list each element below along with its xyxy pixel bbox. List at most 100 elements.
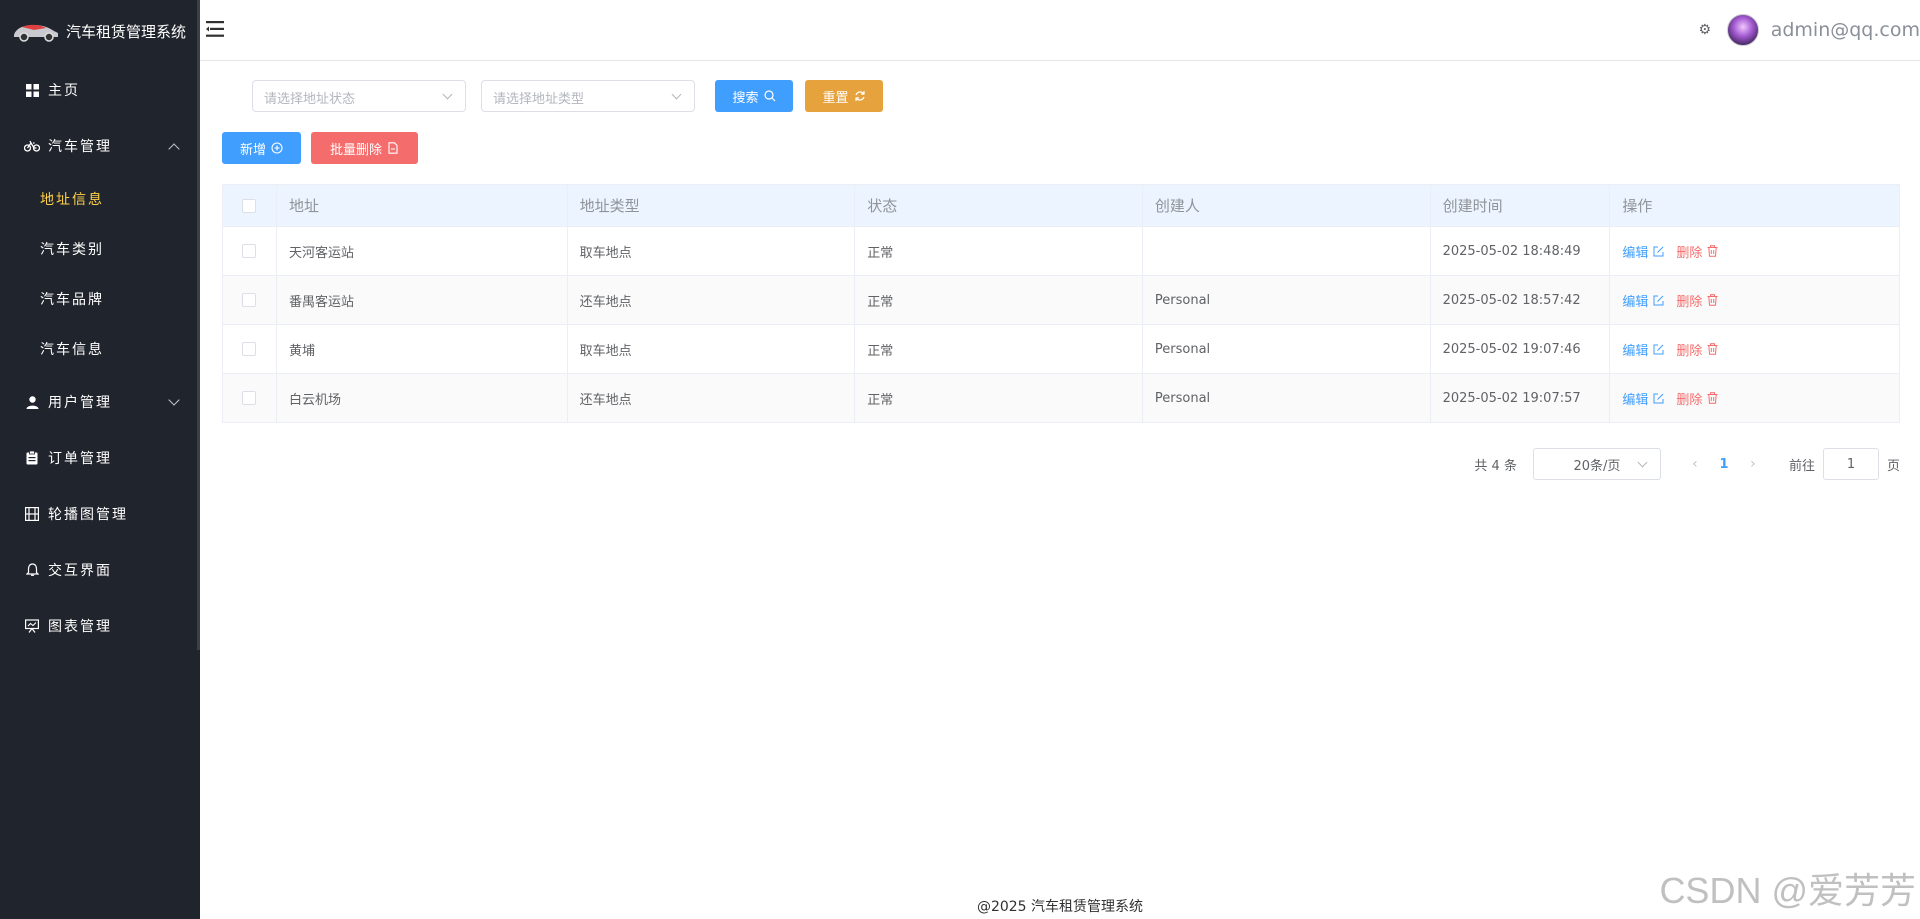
menu-toggle-icon[interactable] bbox=[206, 20, 226, 38]
user-icon bbox=[24, 394, 40, 410]
status-cell: 正常 bbox=[855, 374, 1143, 422]
edit-button[interactable]: 编辑 bbox=[1622, 340, 1664, 359]
address-table: 地址 地址类型 状态 创建人 创建时间 操作 天河客运站 取车地点 正常 202… bbox=[222, 184, 1900, 423]
edit-icon bbox=[1653, 295, 1664, 305]
select-placeholder: 请选择地址类型 bbox=[493, 92, 585, 107]
gear-icon[interactable]: ⚙ bbox=[1697, 22, 1713, 38]
edit-icon bbox=[1653, 246, 1664, 256]
trash-icon bbox=[1707, 343, 1718, 355]
created-time-cell: 2025-05-02 18:57:42 bbox=[1431, 276, 1611, 324]
trash-icon bbox=[1707, 294, 1718, 306]
sidebar: 汽车租赁管理系统 主页 汽车管理 地址信息 汽车类别 汽车品牌 汽车信息 用户管… bbox=[0, 0, 200, 919]
delete-label: 删除 bbox=[1676, 392, 1703, 408]
row-checkbox-cell bbox=[223, 276, 277, 324]
sidebar-item-carousel-management[interactable]: 轮播图管理 bbox=[0, 486, 200, 542]
status-cell: 正常 bbox=[855, 325, 1143, 373]
search-button[interactable]: 搜索 bbox=[715, 80, 793, 112]
logo: 汽车租赁管理系统 bbox=[0, 0, 200, 62]
goto-page-input[interactable]: 1 bbox=[1822, 448, 1879, 480]
select-placeholder: 请选择地址状态 bbox=[264, 92, 356, 107]
user-name[interactable]: admin@qq.com bbox=[1771, 19, 1920, 41]
edit-button[interactable]: 编辑 bbox=[1622, 242, 1664, 261]
header-user-area: ⚙ admin@qq.com bbox=[1697, 14, 1920, 46]
type-cell: 还车地点 bbox=[568, 276, 856, 324]
car-logo-icon bbox=[14, 24, 58, 42]
sidebar-item-interaction[interactable]: 交互界面 bbox=[0, 542, 200, 598]
column-header: 地址 bbox=[277, 185, 568, 226]
created-time-cell: 2025-05-02 19:07:57 bbox=[1431, 374, 1611, 422]
sidebar-subitem-car-category[interactable]: 汽车类别 bbox=[0, 224, 200, 274]
refresh-icon bbox=[854, 90, 866, 102]
row-checkbox[interactable] bbox=[242, 391, 257, 405]
reset-button[interactable]: 重置 bbox=[805, 80, 883, 112]
trash-icon bbox=[1707, 245, 1718, 257]
table-row: 黄埔 取车地点 正常 Personal 2025-05-02 19:07:46 … bbox=[223, 325, 1899, 374]
address-cell: 白云机场 bbox=[277, 374, 568, 422]
address-cell: 天河客运站 bbox=[277, 227, 568, 275]
top-header: ⚙ admin@qq.com bbox=[200, 0, 1920, 61]
edit-label: 编辑 bbox=[1622, 245, 1649, 261]
status-cell: 正常 bbox=[855, 276, 1143, 324]
address-status-select[interactable]: 请选择地址状态 bbox=[252, 80, 466, 112]
search-button-label: 搜索 bbox=[732, 89, 759, 105]
column-header: 地址类型 bbox=[568, 185, 856, 226]
sidebar-item-user-management[interactable]: 用户管理 bbox=[0, 374, 200, 430]
bell-icon bbox=[24, 562, 40, 578]
edit-icon bbox=[1653, 393, 1664, 403]
reset-button-label: 重置 bbox=[822, 89, 849, 105]
main-content: 请选择地址状态 请选择地址类型 搜索 重置 新增 批量删除 地址 地址类型 状态… bbox=[200, 62, 1920, 919]
created-time-cell: 2025-05-02 19:07:46 bbox=[1431, 325, 1611, 373]
sidebar-item-car-management[interactable]: 汽车管理 bbox=[0, 118, 200, 174]
chevron-down-icon bbox=[671, 89, 682, 100]
column-header: 创建时间 bbox=[1431, 185, 1611, 226]
sidebar-item-label: 主页 bbox=[48, 83, 80, 99]
status-cell: 正常 bbox=[855, 227, 1143, 275]
pagination-total: 共 4 条 bbox=[1474, 458, 1517, 474]
goto-label: 前往 bbox=[1788, 458, 1815, 474]
page-number[interactable]: 1 bbox=[1709, 457, 1739, 472]
sidebar-subitem-car-brand[interactable]: 汽车品牌 bbox=[0, 274, 200, 324]
page-size-select[interactable]: 20条/页 bbox=[1532, 448, 1661, 480]
row-checkbox-cell bbox=[223, 227, 277, 275]
edit-button[interactable]: 编辑 bbox=[1622, 291, 1664, 310]
add-button-label: 新增 bbox=[239, 141, 266, 157]
next-page-button[interactable]: › bbox=[1739, 450, 1767, 478]
clipboard-icon bbox=[24, 450, 40, 466]
delete-button[interactable]: 删除 bbox=[1676, 340, 1718, 359]
edit-button[interactable]: 编辑 bbox=[1622, 389, 1664, 408]
row-checkbox[interactable] bbox=[242, 342, 257, 356]
batch-delete-button[interactable]: 批量删除 bbox=[311, 132, 418, 164]
operations-cell: 编辑 删除 bbox=[1610, 325, 1899, 373]
creator-cell: Personal bbox=[1143, 374, 1431, 422]
action-bar: 新增 批量删除 bbox=[222, 132, 418, 164]
sidebar-subitem-car-info[interactable]: 汽车信息 bbox=[0, 324, 200, 374]
edit-label: 编辑 bbox=[1622, 294, 1649, 310]
add-button[interactable]: 新增 bbox=[222, 132, 301, 164]
sidebar-item-label: 图表管理 bbox=[48, 619, 112, 635]
address-type-select[interactable]: 请选择地址类型 bbox=[481, 80, 695, 112]
operations-cell: 编辑 删除 bbox=[1610, 227, 1899, 275]
select-all-checkbox[interactable] bbox=[242, 198, 257, 213]
delete-button[interactable]: 删除 bbox=[1676, 242, 1718, 261]
row-checkbox[interactable] bbox=[242, 244, 257, 258]
delete-button[interactable]: 删除 bbox=[1676, 389, 1718, 408]
chevron-down-icon bbox=[1637, 457, 1648, 468]
avatar[interactable] bbox=[1726, 14, 1759, 46]
operations-cell: 编辑 删除 bbox=[1610, 276, 1899, 324]
trash-icon bbox=[1707, 392, 1718, 404]
column-header: 创建人 bbox=[1143, 185, 1431, 226]
delete-label: 删除 bbox=[1676, 343, 1703, 359]
sidebar-item-home[interactable]: 主页 bbox=[0, 62, 200, 118]
sidebar-subitem-address[interactable]: 地址信息 bbox=[0, 174, 200, 224]
table-header-row: 地址 地址类型 状态 创建人 创建时间 操作 bbox=[223, 185, 1899, 227]
prev-page-button[interactable]: ‹ bbox=[1681, 450, 1709, 478]
delete-button[interactable]: 删除 bbox=[1676, 291, 1718, 310]
sidebar-item-label: 交互界面 bbox=[48, 563, 112, 579]
watermark: CSDN @爱芳芳 bbox=[1659, 870, 1916, 911]
type-cell: 还车地点 bbox=[568, 374, 856, 422]
chevron-down-icon bbox=[168, 394, 180, 406]
row-checkbox[interactable] bbox=[242, 293, 257, 307]
sidebar-item-order-management[interactable]: 订单管理 bbox=[0, 430, 200, 486]
sidebar-item-chart-management[interactable]: 图表管理 bbox=[0, 598, 200, 654]
row-checkbox-cell bbox=[223, 325, 277, 373]
